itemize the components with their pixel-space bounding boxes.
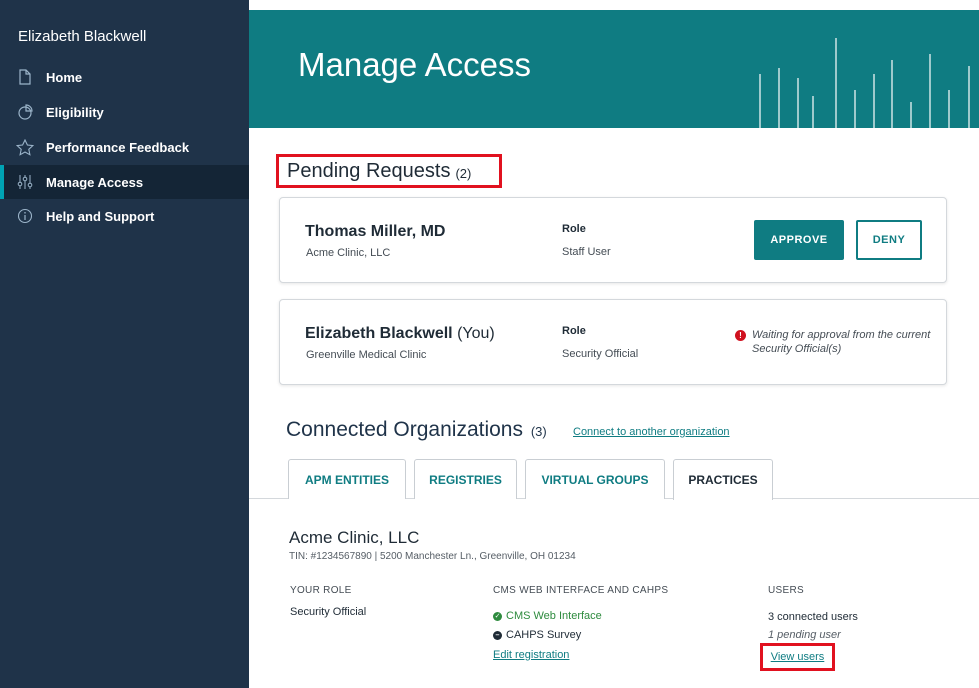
pending-users-count: 1 pending user [768,629,841,641]
edit-registration-link[interactable]: Edit registration [493,649,569,661]
cahps-survey-label: CAHPS Survey [506,629,582,641]
alert-icon: ! [735,330,746,341]
pending-requests-count: (2) [455,165,472,181]
your-role-value: Security Official [290,606,367,618]
your-role-header: YOUR ROLE [290,585,352,596]
connected-organizations-heading: Connected Organizations (3) [286,418,547,441]
practice-name: Acme Clinic, LLC [289,528,420,547]
home-icon [16,68,34,86]
you-label: (You) [457,325,495,342]
approve-button[interactable]: APPROVE [754,220,844,260]
page-banner: Manage Access [249,10,979,128]
users-header: USERS [768,585,804,596]
cahps-survey-status: – CAHPS Survey [493,629,581,641]
sidebar-item-eligibility[interactable]: Eligibility [0,95,249,129]
requester-org: Greenville Medical Clinic [306,349,427,361]
sidebar-item-label: Performance Feedback [46,139,190,155]
connect-organization-link[interactable]: Connect to another organization [573,426,730,438]
sidebar: Elizabeth Blackwell Home Eligibility Per… [0,0,249,688]
view-users-link[interactable]: View users [771,651,825,663]
pie-chart-icon [16,103,34,121]
tab-virtual-groups[interactable]: VIRTUAL GROUPS [525,459,665,499]
role-label: Role [562,223,586,235]
tab-practices[interactable]: PRACTICES [673,459,773,500]
tab-apm-entities[interactable]: APM ENTITIES [288,459,406,499]
connected-organizations-count: (3) [530,424,547,439]
requester-name: Thomas Miller, MD [305,223,446,240]
requester-org: Acme Clinic, LLC [306,247,391,259]
request-card: Thomas Miller, MD Acme Clinic, LLC Role … [279,197,947,283]
pending-requests-title: Pending Requests [287,159,451,182]
sidebar-item-manage-access[interactable]: Manage Access [0,165,249,199]
check-circle-icon: ✓ [493,611,502,621]
info-icon [16,207,34,225]
requester-name: Elizabeth Blackwell (You) [305,325,495,342]
request-card: Elizabeth Blackwell (You) Greenville Med… [279,299,947,385]
sidebar-item-label: Home [46,69,83,85]
sliders-icon [16,173,34,191]
role-value: Staff User [562,246,611,258]
sidebar-item-home[interactable]: Home [0,60,249,94]
pending-requests-heading: Pending Requests (2) [276,154,502,188]
minus-circle-icon: – [493,630,502,640]
waiting-status-text: Waiting for approval from the current Se… [752,329,931,355]
sidebar-item-label: Help and Support [46,208,155,224]
sidebar-item-label: Eligibility [46,104,104,120]
practice-meta: TIN: #1234567890 | 5200 Manchester Ln., … [289,551,576,562]
view-users-highlight: View users [760,643,835,671]
tab-registries[interactable]: REGISTRIES [414,459,517,499]
cms-web-interface-label: CMS Web Interface [506,610,602,622]
sidebar-item-label: Manage Access [46,174,144,190]
connected-users-count: 3 connected users [768,611,858,623]
sidebar-item-performance-feedback[interactable]: Performance Feedback [0,130,249,164]
cms-header: CMS WEB INTERFACE AND CAHPS [493,585,669,596]
role-label: Role [562,325,586,337]
star-icon [16,138,34,156]
sidebar-item-help-and-support[interactable]: Help and Support [0,199,249,233]
decorative-lines [759,38,970,128]
deny-button[interactable]: DENY [856,220,922,260]
waiting-status: ! Waiting for approval from the current … [735,328,945,356]
role-value: Security Official [562,348,639,360]
user-name: Elizabeth Blackwell [18,28,147,45]
cms-web-interface-status: ✓ CMS Web Interface [493,610,602,622]
